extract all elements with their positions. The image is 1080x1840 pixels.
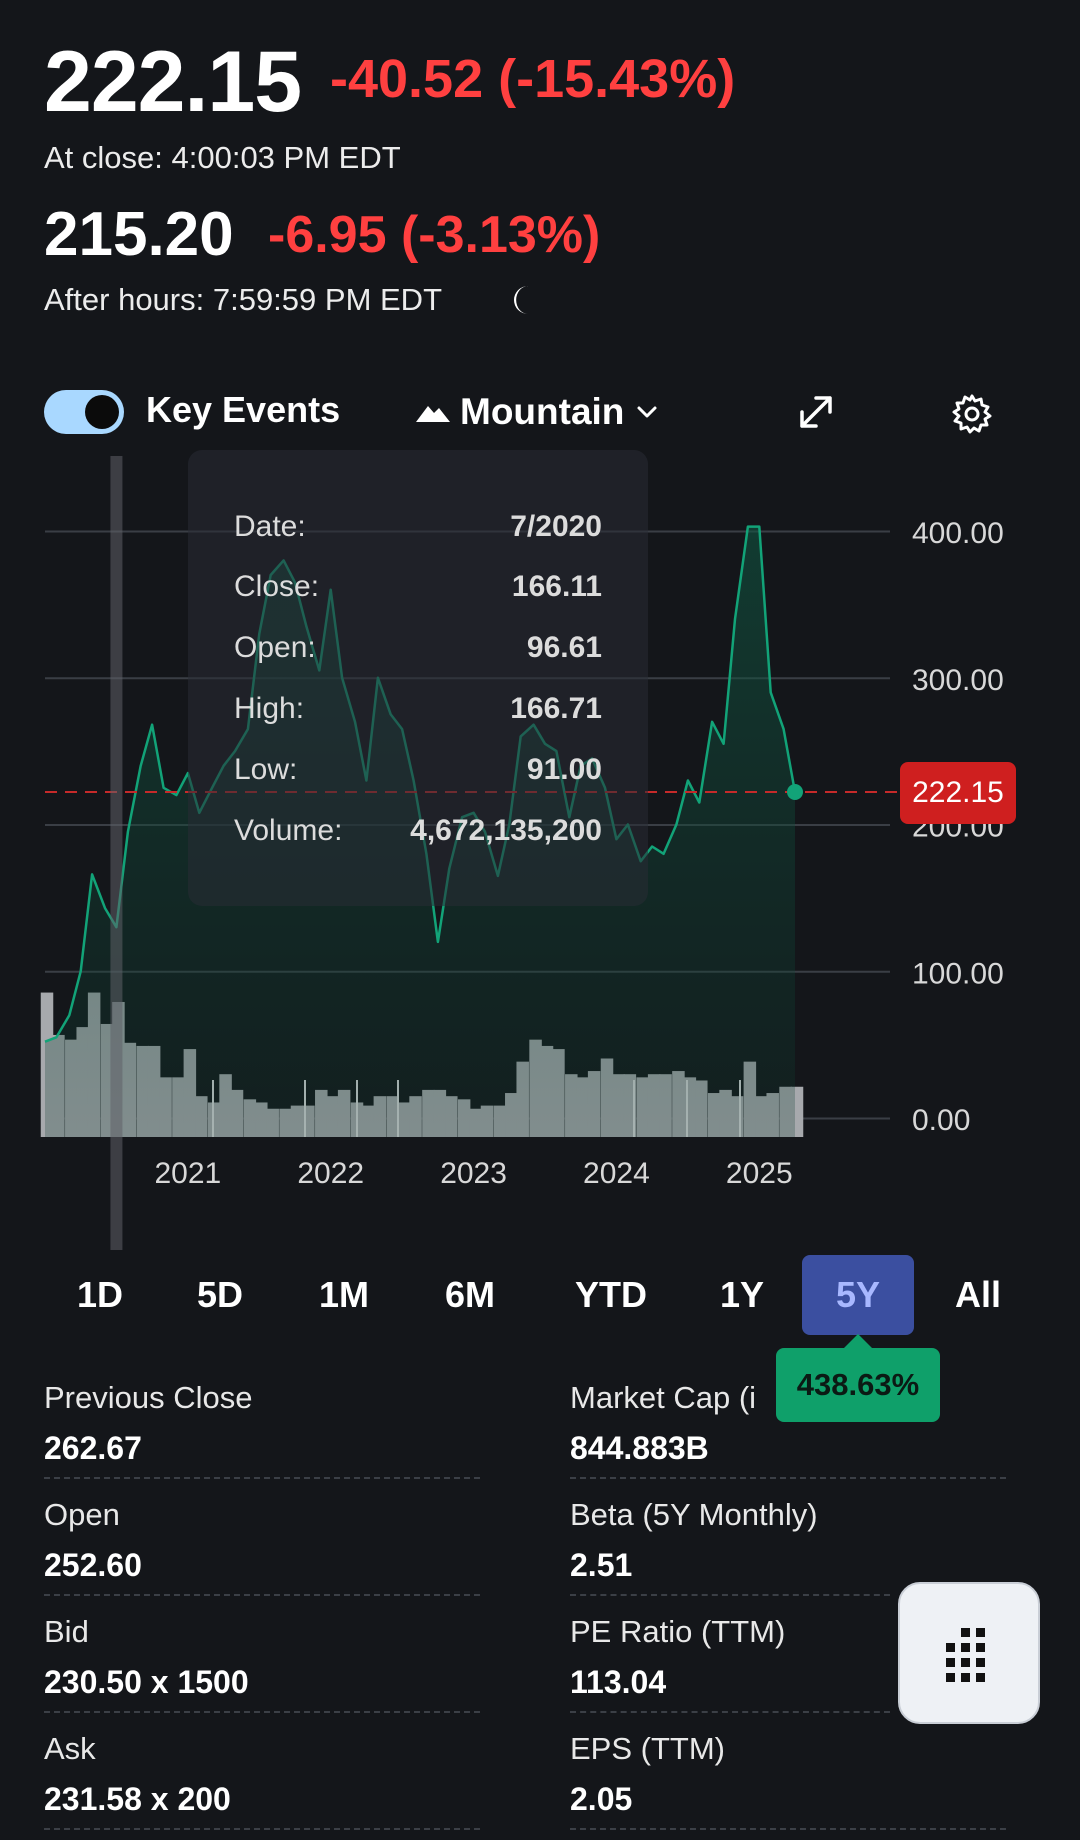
divider	[570, 1711, 890, 1713]
price-change: -40.52 (-15.43%)	[330, 49, 736, 109]
grid-menu-button[interactable]	[898, 1582, 1040, 1724]
stat-value-pe-ratio: 113.04	[570, 1664, 667, 1700]
range-tab-6m[interactable]: 6M	[418, 1255, 522, 1335]
tooltip-key: High:	[234, 692, 305, 725]
range-tab-all[interactable]: All	[926, 1255, 1030, 1335]
tooltip-key: Low:	[234, 753, 298, 786]
key-events-label[interactable]: Key Events	[146, 389, 340, 431]
tooltip-key: Close:	[234, 570, 320, 603]
range-tab-1d[interactable]: 1D	[48, 1255, 152, 1335]
divider	[570, 1477, 1006, 1479]
stat-value-previous-close: 262.67	[44, 1430, 142, 1466]
tooltip-row-high: High: 166.71	[234, 692, 602, 742]
divider	[44, 1594, 480, 1596]
after-hours-price: 215.20	[44, 200, 234, 269]
divider	[44, 1828, 480, 1830]
range-tab-5d[interactable]: 5D	[168, 1255, 272, 1335]
tooltip-row-close: Close: 166.11	[234, 570, 602, 620]
range-tab-1m[interactable]: 1M	[292, 1255, 396, 1335]
stat-value-ask: 231.58 x 200	[44, 1781, 231, 1817]
close-time: At close: 4:00:03 PM EDT	[44, 140, 401, 175]
tooltip-key: Volume:	[234, 814, 343, 847]
tooltip-value: 91.00	[526, 753, 602, 786]
stat-value-market-cap: 844.883B	[570, 1430, 709, 1466]
tooltip-row-date: Date: 7/2020	[234, 510, 602, 560]
mountain-icon	[416, 406, 450, 422]
grid-dots-icon	[946, 1628, 985, 1682]
toggle-knob	[85, 395, 119, 429]
x-tick-label: 2021	[154, 1157, 221, 1190]
tooltip-key: Open:	[234, 631, 316, 664]
tooltip-row-open: Open: 96.61	[234, 631, 602, 681]
chart-tooltip: Date: 7/2020 Close: 166.11 Open: 96.61 High…	[188, 450, 648, 906]
return-badge-caret	[844, 1334, 872, 1348]
stat-label-previous-close: Previous Close	[44, 1380, 253, 1415]
stat-label-bid: Bid	[44, 1614, 89, 1649]
y-tick-label: 100.00	[912, 957, 1004, 990]
chart-type-dropdown[interactable]: Mountain	[416, 388, 660, 436]
range-tab-1y[interactable]: 1Y	[690, 1255, 794, 1335]
stat-label-pe-ratio: PE Ratio (TTM)	[570, 1614, 786, 1649]
crosshair	[110, 456, 123, 1250]
range-return-badge: 438.63%	[776, 1348, 940, 1422]
stat-value-eps: 2.05	[570, 1781, 633, 1817]
after-hours-change: -6.95 (-3.13%)	[268, 206, 601, 264]
chevron-down-icon	[637, 406, 657, 418]
stat-value-beta: 2.51	[570, 1547, 633, 1583]
x-tick-label: 2022	[297, 1157, 364, 1190]
tooltip-row-volume: Volume: 4,672,135,200	[234, 814, 602, 864]
moon-icon	[514, 286, 528, 314]
range-tab-ytd[interactable]: YTD	[556, 1255, 666, 1335]
tooltip-value: 166.71	[510, 692, 602, 725]
current-price-dot	[787, 783, 803, 800]
divider	[44, 1711, 480, 1713]
range-tab-5y[interactable]: 5Y	[802, 1255, 914, 1335]
x-tick-label: 2025	[726, 1157, 793, 1190]
key-events-toggle[interactable]	[44, 390, 124, 434]
after-hours-time: After hours: 7:59:59 PM EDT	[44, 282, 443, 317]
stat-label-market-cap: Market Cap (i	[570, 1380, 757, 1415]
divider	[570, 1594, 890, 1596]
stat-label-eps: EPS (TTM)	[570, 1731, 725, 1766]
current-price-badge: 222.15	[900, 762, 1016, 824]
chart-type-label: Mountain	[460, 391, 625, 432]
x-tick-label: 2024	[583, 1157, 650, 1190]
tooltip-value: 4,672,135,200	[410, 814, 602, 847]
stat-value-bid: 230.50 x 1500	[44, 1664, 249, 1700]
stat-label-open: Open	[44, 1497, 120, 1532]
stat-value-open: 252.60	[44, 1547, 142, 1583]
current-price: 222.15	[44, 34, 302, 130]
x-tick-label: 2023	[440, 1157, 507, 1190]
tooltip-row-low: Low: 91.00	[234, 753, 602, 803]
y-tick-label: 300.00	[912, 664, 1004, 697]
y-tick-label: 0.00	[912, 1104, 970, 1137]
divider	[570, 1828, 1006, 1830]
y-tick-label: 400.00	[912, 517, 1004, 550]
tooltip-value: 96.61	[526, 631, 602, 664]
tooltip-key: Date:	[234, 510, 306, 543]
tooltip-value: 7/2020	[510, 510, 602, 543]
expand-icon[interactable]	[796, 392, 836, 432]
stat-label-ask: Ask	[44, 1731, 96, 1766]
gear-icon[interactable]	[950, 392, 994, 436]
tooltip-value: 166.11	[511, 570, 602, 603]
divider	[44, 1477, 480, 1479]
stat-label-beta: Beta (5Y Monthly)	[570, 1497, 818, 1532]
